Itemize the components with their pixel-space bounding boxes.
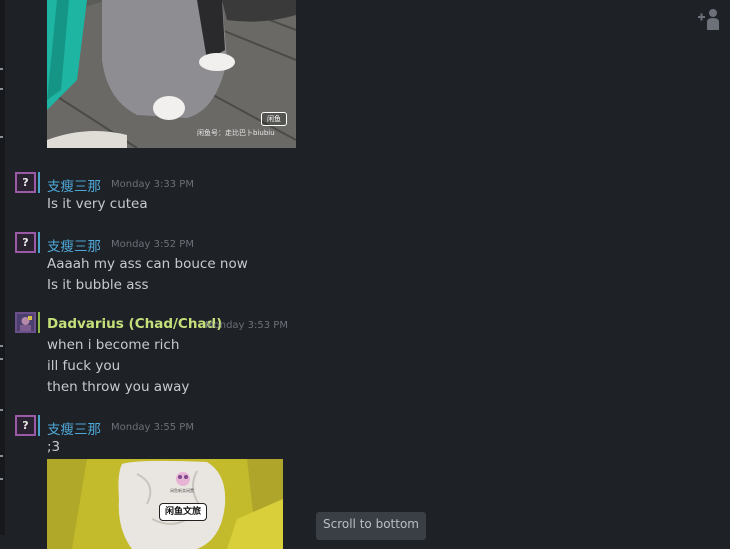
sender-name[interactable]: 支瘦三那 [47,235,101,255]
message-timestamp: Monday 3:55 PM [111,422,194,433]
status-indicator [38,172,40,193]
chat-log[interactable]: 闲鱼 闲鱼号：走比巴卜biubiu ? 支瘦三那 Monday 3:33 PM … [0,0,730,549]
watermark-badge: 闲鱼 [261,112,287,126]
sticker-caption: 闲鱼新卖闲置 [170,488,194,493]
message-timestamp: Monday 3:33 PM [111,179,194,190]
message-text: Aaaah my ass can bouce now [47,256,248,272]
question-mark-icon[interactable]: ? [15,415,36,436]
scroll-to-bottom-button[interactable]: Scroll to bottom [316,512,426,540]
sender-name[interactable]: 支瘦三那 [47,175,101,195]
chat-image-cloth[interactable]: 闲鱼新卖闲置 闲鱼文旅 [47,459,283,549]
chat-image-cat[interactable]: 闲鱼 闲鱼号：走比巴卜biubiu [47,0,296,148]
message-text: ;3 [47,439,61,455]
status-indicator [38,312,40,333]
message-timestamp: Monday 3:53 PM [205,320,288,331]
message-text: Is it very cutea [47,196,148,212]
status-indicator [38,415,40,436]
sender-name[interactable]: 支瘦三那 [47,418,101,438]
message-text: when i become rich [47,337,180,353]
status-indicator [38,232,40,253]
message-text: ill fuck you [47,358,121,374]
question-mark-icon[interactable]: ? [15,232,36,253]
question-mark-icon[interactable]: ? [15,172,36,193]
watermark-text: 闲鱼号：走比巴卜biubiu [197,129,275,137]
message-text: Is it bubble ass [47,277,149,293]
user-avatar[interactable] [15,312,36,333]
message-text: then throw you away [47,379,190,395]
sticker-label: 闲鱼文旅 [159,503,207,521]
add-friend-icon[interactable] [696,6,722,30]
sender-name[interactable]: Dadvarius (Chad/Chad) [47,316,222,332]
message-timestamp: Monday 3:52 PM [111,239,194,250]
